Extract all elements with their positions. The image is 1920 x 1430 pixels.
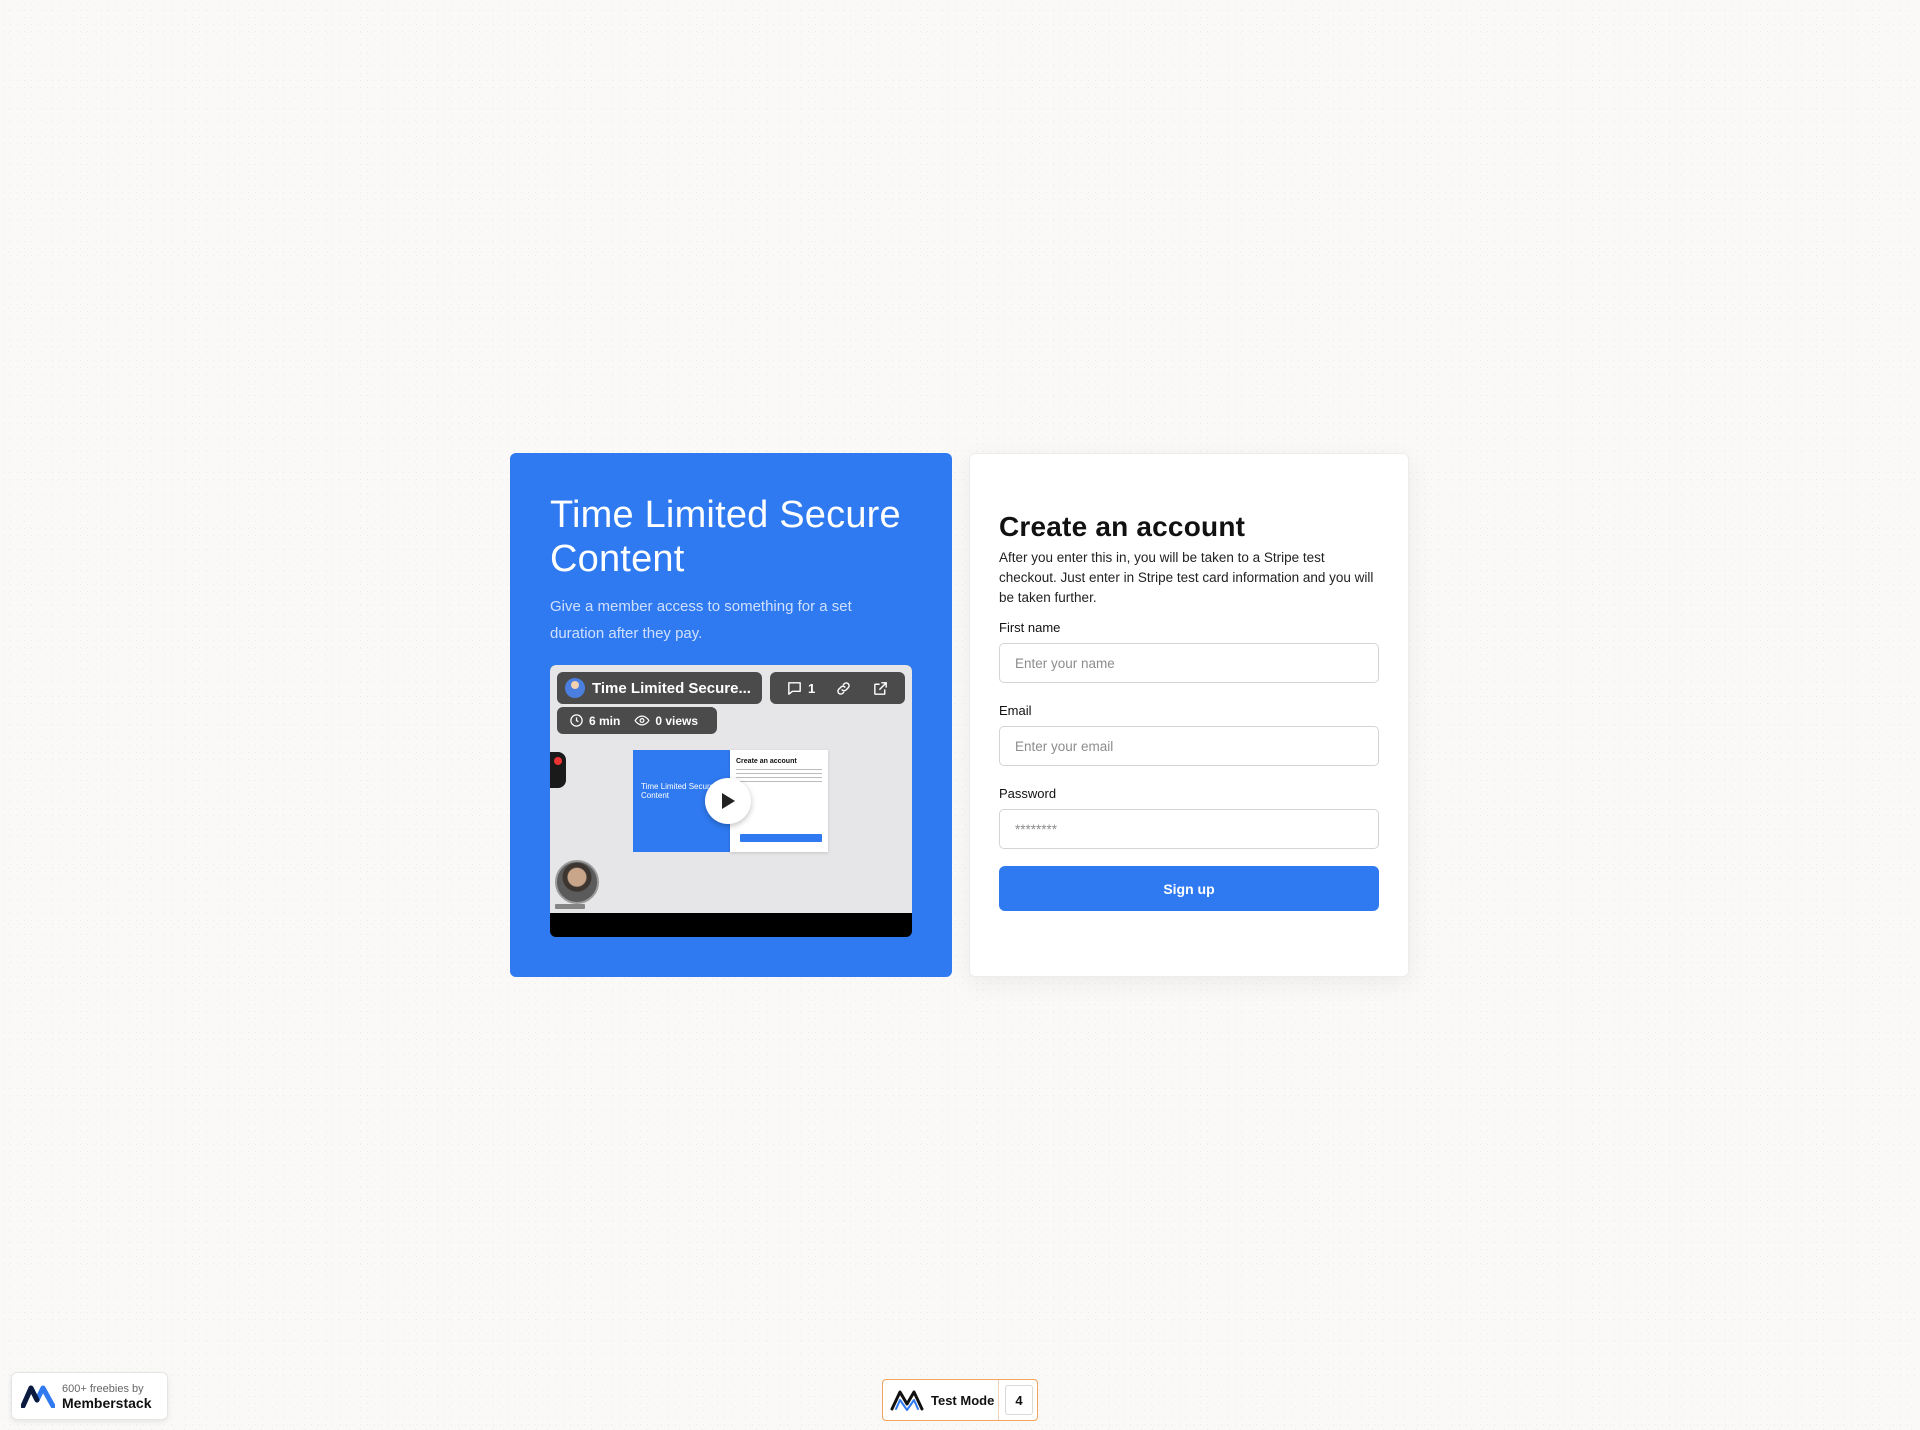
video-meta-pill: 6 min 0 views (557, 707, 717, 734)
video-duration: 6 min (589, 713, 621, 728)
badge-small-text: 600+ freebies by (62, 1383, 144, 1395)
video-title-pill[interactable]: Time Limited Secure... (557, 672, 762, 704)
comment-icon (788, 681, 801, 695)
preview-form-title: Create an account (736, 758, 797, 765)
password-label: Password (999, 786, 1057, 801)
play-button[interactable] (705, 778, 751, 824)
first-name-label: First name (999, 620, 1061, 635)
test-mode-count: 4 (1005, 1385, 1033, 1415)
promo-card: Time Limited Secure Content Give a membe… (510, 453, 952, 977)
memberstack-logo-icon (21, 1385, 55, 1408)
comments-count: 1 (807, 680, 816, 696)
video-embed[interactable]: Time Limited Secure Content Create an ac… (550, 665, 912, 937)
form-title: Create an account (999, 511, 1246, 542)
video-views: 0 views (655, 713, 699, 728)
promo-title: Time Limited Secure Content (550, 494, 901, 580)
external-link-icon[interactable] (872, 680, 889, 697)
video-actions-pill: 1 (770, 672, 905, 704)
comments-button[interactable]: 1 (786, 680, 815, 697)
sign-up-button[interactable]: Sign up (999, 866, 1379, 911)
email-input[interactable] (999, 726, 1379, 766)
password-input[interactable] (999, 809, 1379, 849)
video-title: Time Limited Secure... (592, 679, 751, 697)
presenter-avatar (555, 860, 599, 904)
test-mode-badge[interactable]: Test Mode 4 (882, 1379, 1038, 1421)
signup-form-card: Create an account After you enter this i… (969, 453, 1409, 977)
badge-brand-text: Memberstack (62, 1395, 152, 1411)
preview-signup-button (740, 834, 822, 842)
play-icon (722, 793, 735, 809)
form-description: After you enter this in, you will be tak… (999, 550, 1374, 605)
email-label: Email (999, 703, 1032, 718)
preview-logo (555, 904, 585, 909)
memberstack-badge[interactable]: 600+ freebies by Memberstack (11, 1372, 168, 1420)
test-mode-label: Test Mode (931, 1392, 995, 1408)
promo-subtitle: Give a member access to something for a … (550, 598, 852, 642)
link-icon[interactable] (835, 680, 852, 697)
memberstack-logo-icon (890, 1390, 924, 1411)
first-name-input[interactable] (999, 643, 1379, 683)
clock-icon (570, 714, 583, 727)
creator-avatar (565, 678, 585, 698)
recording-toolbar (550, 752, 566, 788)
eye-icon (634, 715, 650, 726)
